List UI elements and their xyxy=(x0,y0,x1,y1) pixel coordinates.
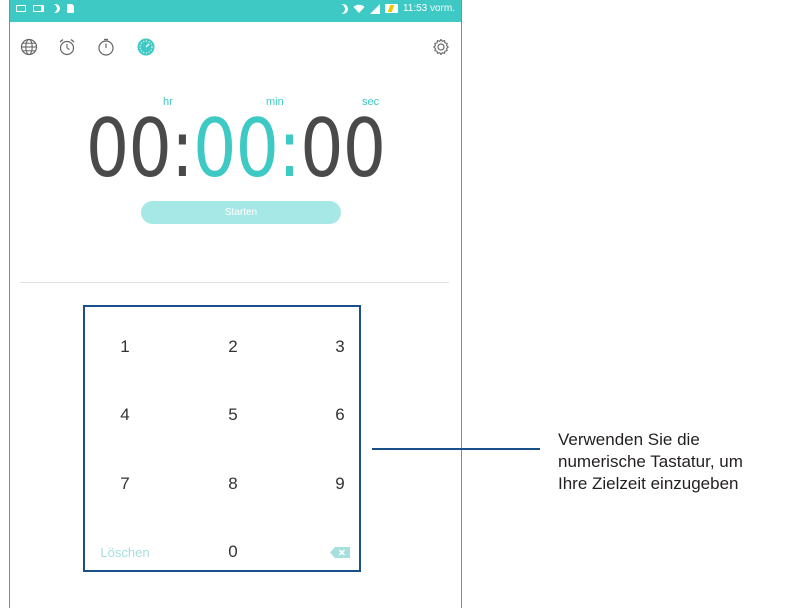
tab-timer[interactable] xyxy=(133,34,159,60)
backspace-icon xyxy=(330,546,350,558)
alarm-clock-icon xyxy=(59,39,75,56)
do-not-disturb-icon xyxy=(338,4,348,14)
moon-icon xyxy=(51,4,60,13)
key-0[interactable]: 0 xyxy=(193,537,273,567)
wifi-icon xyxy=(353,4,365,13)
callout-line-3: Ihre Zielzeit einzugeben xyxy=(558,474,739,493)
signal-icon xyxy=(369,3,380,14)
callout-text: Verwenden Sie die numerische Tastatur, u… xyxy=(558,429,807,495)
key-1[interactable]: 1 xyxy=(85,332,165,362)
timer-icon xyxy=(137,38,155,56)
key-2[interactable]: 2 xyxy=(193,332,273,362)
callout-line-1: Verwenden Sie die xyxy=(558,430,700,449)
status-time: 11:53 vorm. xyxy=(402,3,455,14)
tab-world-clock[interactable] xyxy=(16,34,42,60)
gear-icon xyxy=(433,38,449,56)
timer-digits: 00:00:00 xyxy=(21,102,449,195)
key-5[interactable]: 5 xyxy=(193,400,273,430)
divider xyxy=(20,282,449,283)
notification-icon xyxy=(16,5,26,12)
key-4[interactable]: 4 xyxy=(85,400,165,430)
hours-value[interactable]: 00 xyxy=(86,102,172,195)
globe-icon xyxy=(20,38,38,56)
callout-line-2: numerische Tastatur, um xyxy=(558,452,743,471)
sd-card-icon xyxy=(67,4,74,13)
key-3[interactable]: 3 xyxy=(300,332,380,362)
battery-charging-icon xyxy=(384,4,398,13)
key-9[interactable]: 9 xyxy=(300,469,380,499)
start-button[interactable]: Starten xyxy=(141,201,341,224)
status-icons-left xyxy=(16,4,74,13)
seconds-value[interactable]: 00 xyxy=(300,102,386,195)
tab-bar xyxy=(10,34,461,62)
cast-icon xyxy=(33,5,44,12)
key-6[interactable]: 6 xyxy=(300,400,380,430)
status-bar: 11:53 vorm. xyxy=(10,0,461,22)
key-7[interactable]: 7 xyxy=(85,469,165,499)
delete-button[interactable] xyxy=(300,537,380,567)
numeric-keypad: 1 2 3 4 5 6 7 8 9 Löschen 0 xyxy=(83,305,361,572)
status-icons-right: 11:53 vorm. xyxy=(338,3,455,14)
stopwatch-icon xyxy=(98,38,114,56)
clear-button[interactable]: Löschen xyxy=(85,537,165,567)
tab-stopwatch[interactable] xyxy=(93,34,119,60)
key-8[interactable]: 8 xyxy=(193,469,273,499)
separator: : xyxy=(170,102,194,195)
minutes-value[interactable]: 00 xyxy=(193,102,279,195)
callout-line xyxy=(372,448,540,450)
tab-alarm[interactable] xyxy=(54,34,80,60)
timer-display: hr min sec 00:00:00 xyxy=(10,96,461,195)
separator: : xyxy=(278,102,301,195)
settings-button[interactable] xyxy=(428,34,454,60)
